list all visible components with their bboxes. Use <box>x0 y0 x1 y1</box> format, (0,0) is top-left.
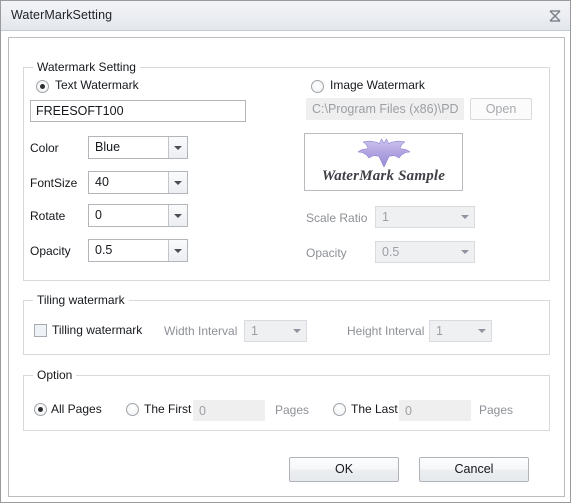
image-opacity-combobox-arrow[interactable] <box>455 242 474 262</box>
ok-button[interactable]: OK <box>289 457 399 482</box>
tiling-watermark-group-title: Tiling watermark <box>33 293 129 307</box>
window-title: WaterMarkSetting <box>11 8 113 22</box>
the-last-pages-unit: Pages <box>479 403 514 417</box>
fontsize-combobox-arrow[interactable] <box>168 172 187 193</box>
color-label: Color <box>30 141 59 155</box>
width-interval-combobox-value: 1 <box>251 324 258 338</box>
width-interval-combobox-arrow[interactable] <box>287 321 306 341</box>
watermark-text-input[interactable] <box>30 100 246 122</box>
text-opacity-label: Opacity <box>30 244 71 258</box>
fontsize-combobox[interactable]: 40 <box>88 171 188 194</box>
watermark-setting-group-title: Watermark Setting <box>33 60 140 74</box>
watermark-preview: WaterMark Sample <box>304 133 463 191</box>
rotate-combobox-value: 0 <box>95 208 102 222</box>
the-first-pages-input[interactable] <box>193 400 265 421</box>
text-opacity-combobox[interactable]: 0.5 <box>88 239 188 262</box>
width-interval-label: Width Interval <box>164 324 238 338</box>
scale-ratio-combobox[interactable]: 1 <box>375 206 475 228</box>
scale-ratio-label: Scale Ratio <box>306 211 368 225</box>
color-combobox[interactable]: Blue <box>88 136 188 159</box>
height-interval-combobox-arrow[interactable] <box>472 321 491 341</box>
radio-the-first[interactable] <box>126 403 139 416</box>
the-last-pages-input[interactable] <box>399 400 471 421</box>
text-opacity-combobox-arrow[interactable] <box>168 240 187 261</box>
radio-text-watermark-label[interactable]: Text Watermark <box>55 78 139 92</box>
title-bar: WaterMarkSetting <box>1 1 570 31</box>
checkbox-tiling-watermark-label[interactable]: Tilling watermark <box>52 323 142 337</box>
rotate-combobox-arrow[interactable] <box>168 205 187 226</box>
height-interval-label: Height Interval <box>347 324 425 338</box>
checkbox-tiling-watermark[interactable] <box>34 324 47 337</box>
image-opacity-combobox[interactable]: 0.5 <box>375 241 475 263</box>
height-interval-combobox-value: 1 <box>436 324 443 338</box>
option-group-title: Option <box>33 368 77 382</box>
radio-image-watermark[interactable] <box>311 80 324 93</box>
radio-text-watermark[interactable] <box>36 80 49 93</box>
close-icon[interactable] <box>546 8 564 24</box>
scale-ratio-combobox-arrow[interactable] <box>455 207 474 227</box>
radio-all-pages[interactable] <box>34 403 47 416</box>
fontsize-label: FontSize <box>30 176 78 190</box>
text-opacity-combobox-value: 0.5 <box>95 243 113 257</box>
open-button[interactable]: Open <box>470 98 532 120</box>
the-first-pages-unit: Pages <box>275 403 310 417</box>
color-combobox-arrow[interactable] <box>168 137 187 158</box>
radio-the-last-label[interactable]: The Last <box>351 402 398 416</box>
watermark-preview-text: WaterMark Sample <box>321 168 446 184</box>
radio-image-watermark-label[interactable]: Image Watermark <box>330 78 425 92</box>
radio-the-first-label[interactable]: The First <box>144 402 191 416</box>
image-opacity-combobox-value: 0.5 <box>382 245 400 259</box>
color-combobox-value: Blue <box>95 140 121 154</box>
rotate-combobox[interactable]: 0 <box>88 204 188 227</box>
watermark-setting-dialog: WaterMarkSetting Watermark Setting Text … <box>0 0 571 503</box>
image-path-input[interactable] <box>306 98 464 120</box>
radio-the-last[interactable] <box>333 403 346 416</box>
scale-ratio-combobox-value: 1 <box>382 210 389 224</box>
radio-all-pages-label[interactable]: All Pages <box>51 402 102 416</box>
image-opacity-label: Opacity <box>306 246 347 260</box>
height-interval-combobox[interactable]: 1 <box>429 320 492 342</box>
fontsize-combobox-value: 40 <box>95 175 109 189</box>
width-interval-combobox[interactable]: 1 <box>244 320 307 342</box>
rotate-label: Rotate <box>30 209 66 223</box>
cancel-button[interactable]: Cancel <box>419 457 529 482</box>
